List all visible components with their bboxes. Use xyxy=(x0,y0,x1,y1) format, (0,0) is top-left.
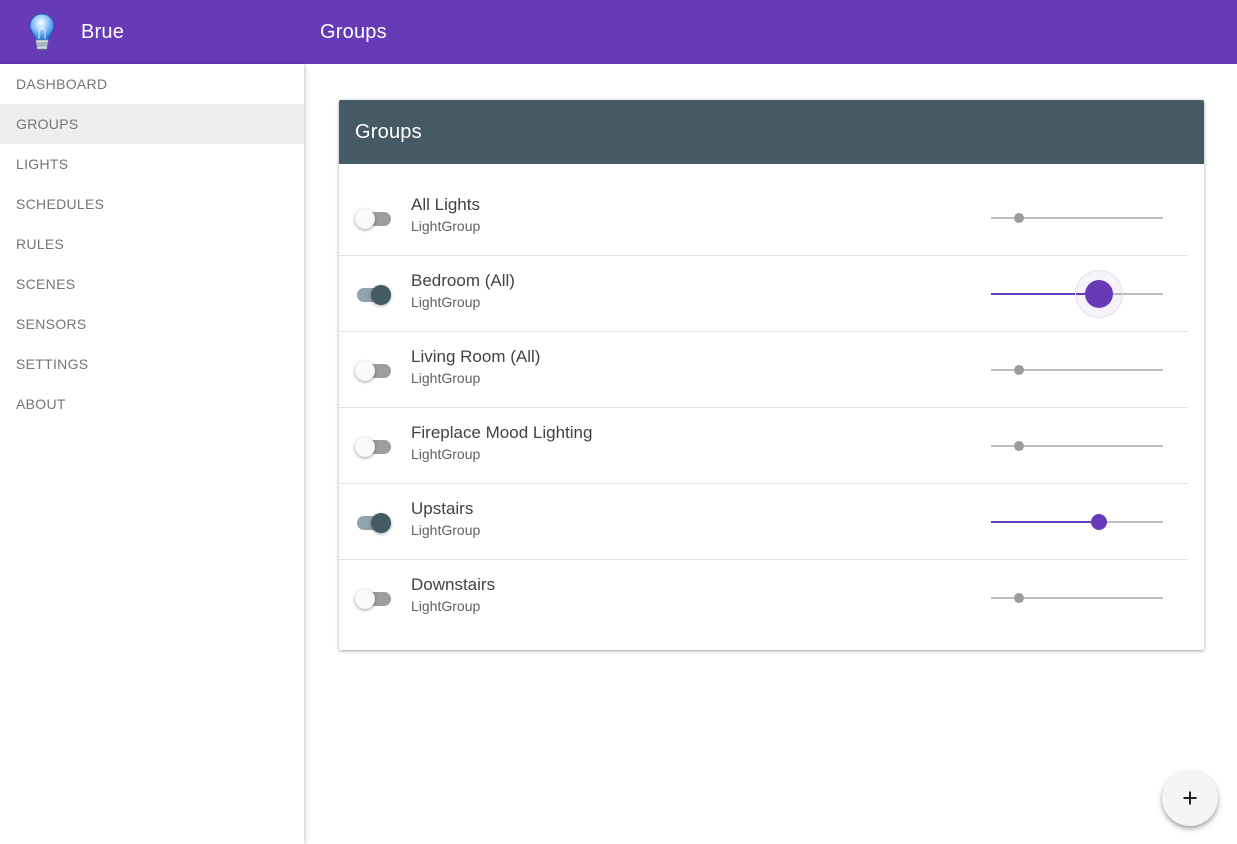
add-group-button[interactable] xyxy=(1162,770,1218,826)
group-name: Living Room (All) xyxy=(411,347,541,366)
group-type: LightGroup xyxy=(411,370,481,386)
page-title: Groups xyxy=(320,20,387,43)
group-info: Upstairs LightGroup xyxy=(411,498,480,540)
group-list: All Lights LightGroup Bedroom (All) LightGr… xyxy=(339,164,1204,636)
group-type: LightGroup xyxy=(411,446,481,462)
brightness-slider[interactable] xyxy=(991,578,1163,618)
toggle-thumb xyxy=(371,285,391,305)
power-toggle[interactable] xyxy=(355,358,391,382)
group-info: Living Room (All) LightGroup xyxy=(411,346,540,388)
toggle-thumb xyxy=(371,513,391,533)
sidebar-item-schedules[interactable]: SCHEDULES xyxy=(0,184,304,224)
card-title: Groups xyxy=(355,120,422,143)
list-item: Living Room (All) LightGroup xyxy=(339,332,1188,408)
brightness-slider[interactable] xyxy=(991,270,1163,318)
toggle-thumb xyxy=(355,361,375,381)
sidebar-nav: DASHBOARD GROUPS LIGHTS SCHEDULES RULES SCENE… xyxy=(0,64,304,844)
sidebar-item-label: RULES xyxy=(16,236,65,252)
slider-thumb[interactable] xyxy=(1091,514,1107,530)
sidebar-item-label: SETTINGS xyxy=(16,356,89,372)
brightness-slider[interactable] xyxy=(991,198,1163,238)
groups-card: Groups All Lights LightGroup Bedroom (All)… xyxy=(339,100,1204,650)
group-info: Fireplace Mood Lighting LightGroup xyxy=(411,422,592,464)
sidebar-item-scenes[interactable]: SCENES xyxy=(0,264,304,304)
power-toggle[interactable] xyxy=(355,510,391,534)
sidebar-item-label: ABOUT xyxy=(16,396,66,412)
sidebar-item-sensors[interactable]: SENSORS xyxy=(0,304,304,344)
group-info: Downstairs LightGroup xyxy=(411,574,495,616)
list-item: Upstairs LightGroup xyxy=(339,484,1188,560)
list-item: Downstairs LightGroup xyxy=(339,560,1188,636)
slider-thumb[interactable] xyxy=(1014,441,1024,451)
sidebar-item-label: GROUPS xyxy=(16,116,79,132)
slider-thumb[interactable] xyxy=(1014,365,1024,375)
sidebar-item-label: DASHBOARD xyxy=(16,76,108,92)
sidebar-item-dashboard[interactable]: DASHBOARD xyxy=(0,64,304,104)
group-info: Bedroom (All) LightGroup xyxy=(411,270,515,312)
sidebar-item-label: SCHEDULES xyxy=(16,196,105,212)
sidebar-item-settings[interactable]: SETTINGS xyxy=(0,344,304,384)
power-toggle[interactable] xyxy=(355,206,391,230)
slider-thumb[interactable] xyxy=(1085,280,1113,308)
list-item: Fireplace Mood Lighting LightGroup xyxy=(339,408,1188,484)
sidebar-item-label: SENSORS xyxy=(16,316,87,332)
group-name: Upstairs xyxy=(411,499,474,518)
sidebar-item-about[interactable]: ABOUT xyxy=(0,384,304,424)
list-item: All Lights LightGroup xyxy=(339,180,1188,256)
sidebar-item-label: SCENES xyxy=(16,276,76,292)
toggle-thumb xyxy=(355,589,375,609)
group-type: LightGroup xyxy=(411,598,481,614)
list-item: Bedroom (All) LightGroup xyxy=(339,256,1188,332)
group-name: Downstairs xyxy=(411,575,496,594)
power-toggle[interactable] xyxy=(355,586,391,610)
brightness-slider[interactable] xyxy=(991,502,1163,542)
group-name: Fireplace Mood Lighting xyxy=(411,423,593,442)
group-type: LightGroup xyxy=(411,522,481,538)
slider-thumb[interactable] xyxy=(1014,213,1024,223)
card-header: Groups xyxy=(339,100,1204,164)
power-toggle[interactable] xyxy=(355,282,391,306)
group-type: LightGroup xyxy=(411,218,481,234)
sidebar-item-lights[interactable]: LIGHTS xyxy=(0,144,304,184)
toggle-thumb xyxy=(355,437,375,457)
group-info: All Lights LightGroup xyxy=(411,194,480,236)
brand: Brue xyxy=(0,0,304,64)
power-toggle[interactable] xyxy=(355,434,391,458)
main-content: Groups All Lights LightGroup Bedroom (All)… xyxy=(304,64,1237,844)
sidebar-item-rules[interactable]: RULES xyxy=(0,224,304,264)
lightbulb-icon xyxy=(29,13,55,51)
brightness-slider[interactable] xyxy=(991,426,1163,466)
brightness-slider[interactable] xyxy=(991,350,1163,390)
app-name: Brue xyxy=(81,20,125,43)
group-name: Bedroom (All) xyxy=(411,271,515,290)
group-name: All Lights xyxy=(411,195,480,214)
sidebar-item-groups[interactable]: GROUPS xyxy=(0,104,304,144)
group-type: LightGroup xyxy=(411,294,481,310)
app-bar: Brue Groups xyxy=(0,0,1237,64)
slider-thumb[interactable] xyxy=(1014,593,1024,603)
slider-fill xyxy=(991,521,1099,523)
toggle-thumb xyxy=(355,209,375,229)
plus-icon xyxy=(1183,791,1197,805)
sidebar-item-label: LIGHTS xyxy=(16,156,69,172)
